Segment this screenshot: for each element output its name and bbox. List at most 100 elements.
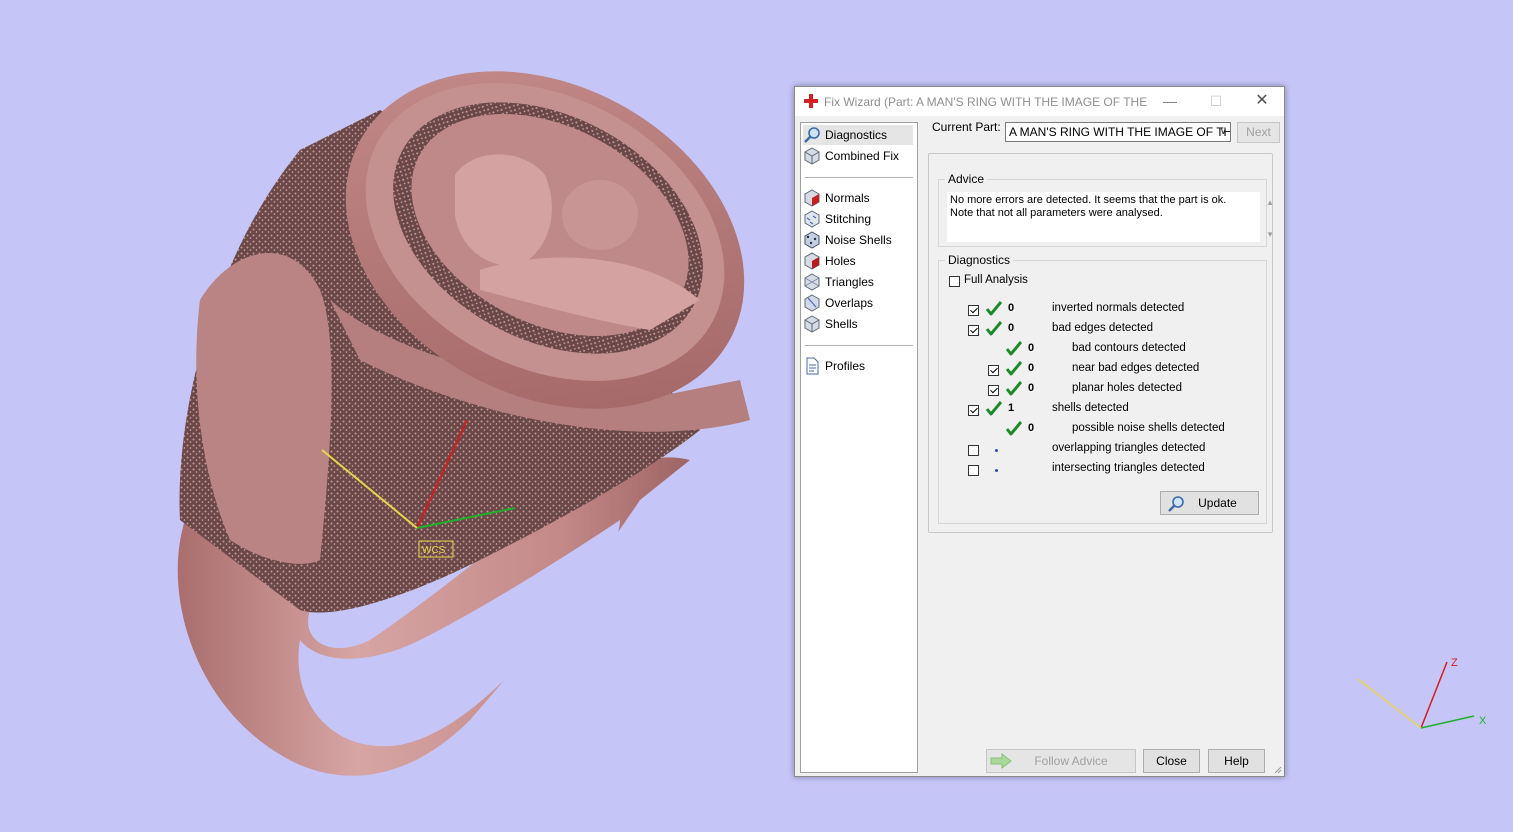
diagnostic-row: intersecting triangles detected	[939, 462, 1259, 485]
diagnostic-count: 1	[1008, 402, 1015, 414]
next-button[interactable]: Next	[1237, 122, 1280, 143]
diagnostic-count: 0	[1008, 322, 1015, 334]
minimize-button[interactable]: —	[1147, 87, 1193, 116]
nav-item-label: Stitching	[825, 212, 872, 226]
current-part-value: A MAN'S RING WITH THE IMAGE OF TH	[1009, 125, 1231, 139]
nav-item-label: Combined Fix	[825, 149, 900, 163]
diagnostic-count: 0	[1028, 342, 1035, 354]
full-analysis-checkbox[interactable]	[949, 276, 960, 287]
diagnostics-title: Diagnostics	[945, 253, 1014, 267]
diagnostic-checkbox[interactable]	[968, 405, 979, 416]
wcs-label: WCS	[422, 545, 446, 556]
nav-item-label: Triangles	[825, 275, 874, 289]
nav-item-combined-fix[interactable]: Combined Fix	[803, 146, 913, 166]
green-check-icon	[986, 301, 1002, 316]
diagnostic-count: 0	[1028, 422, 1035, 434]
green-check-icon	[986, 321, 1002, 336]
shells-cube-icon	[804, 315, 820, 333]
3d-viewport[interactable]: WCS Z X	[0, 0, 1513, 829]
diagnostic-label: bad contours detected	[1072, 342, 1186, 354]
advice-line-1: No more errors are detected. It seems th…	[950, 194, 1227, 206]
diagnostic-checkbox[interactable]	[968, 445, 979, 456]
green-check-icon	[986, 401, 1002, 416]
advice-line-2: Note that not all parameters were analys…	[950, 207, 1163, 219]
diagnostic-label: near bad edges detected	[1072, 362, 1200, 374]
arrow-right-icon	[990, 753, 1012, 769]
axis-z-label: Z	[1451, 657, 1458, 669]
normals-cube-icon	[804, 189, 820, 207]
nav-item-label: Overlaps	[825, 296, 874, 310]
chevron-down-icon: ∨	[1219, 126, 1227, 137]
green-check-icon	[1006, 381, 1022, 396]
nav-item-triangles[interactable]: Triangles	[803, 272, 913, 292]
diagnostic-count: 0	[1028, 382, 1035, 394]
update-button[interactable]: Update	[1160, 491, 1259, 515]
close-button[interactable]: Close	[1143, 749, 1200, 773]
advice-group: Advice No more errors are detected. It s…	[938, 172, 1274, 247]
red-cross-icon	[804, 94, 818, 108]
diagnostics-group: Diagnostics Full Analysis 0 inverted norm…	[938, 253, 1267, 524]
diagnostic-count: 0	[1008, 302, 1015, 314]
diagnostic-checkbox[interactable]	[968, 325, 979, 336]
magnifier-icon	[804, 127, 820, 143]
nav-item-label: Profiles	[825, 359, 866, 373]
nav-separator	[805, 345, 913, 346]
scroll-down-icon[interactable]: ▼	[1266, 228, 1274, 241]
diagnostic-checkbox[interactable]	[968, 305, 979, 316]
fix-wizard-dialog: Fix Wizard (Part: A MAN'S RING WITH THE …	[794, 86, 1285, 777]
diagnostic-checkbox[interactable]	[968, 465, 979, 476]
title-bar[interactable]: Fix Wizard (Part: A MAN'S RING WITH THE …	[795, 87, 1284, 116]
nav-item-stitching[interactable]: Stitching	[803, 209, 913, 229]
stitching-cube-icon	[804, 210, 820, 228]
close-window-button[interactable]: ✕	[1239, 87, 1285, 116]
nav-item-label: Noise Shells	[825, 233, 892, 247]
nav-item-shells[interactable]: Shells	[803, 314, 913, 334]
nav-item-label: Diagnostics	[825, 128, 888, 142]
nav-item-label: Normals	[825, 191, 870, 205]
green-check-icon	[1006, 361, 1022, 376]
diagnostic-label: intersecting triangles detected	[1052, 462, 1205, 474]
diagnostic-label: possible noise shells detected	[1072, 422, 1225, 434]
nav-item-profiles[interactable]: Profiles	[803, 356, 913, 376]
fix-nav-panel: Diagnostics Combined Fix Normals Stitchi…	[800, 122, 918, 773]
magnifier-icon	[1168, 496, 1184, 512]
holes-cube-icon	[804, 252, 820, 270]
diagnostic-label: inverted normals detected	[1052, 302, 1185, 314]
help-button[interactable]: Help	[1208, 749, 1265, 773]
follow-advice-button[interactable]: Follow Advice	[986, 749, 1136, 773]
diagnostics-panel: Advice No more errors are detected. It s…	[928, 153, 1274, 533]
nav-item-diagnostics[interactable]: Diagnostics	[803, 125, 913, 145]
maximize-button[interactable]: ☐	[1193, 87, 1239, 116]
document-icon	[806, 357, 819, 375]
nav-item-label: Holes	[825, 254, 856, 268]
current-part-select[interactable]: A MAN'S RING WITH THE IMAGE OF TH ∨	[1005, 122, 1231, 142]
nav-item-normals[interactable]: Normals	[803, 188, 913, 208]
resize-grip-icon[interactable]	[1272, 764, 1282, 774]
diagnostic-checkbox[interactable]	[988, 365, 999, 376]
green-check-icon	[1006, 341, 1022, 356]
nav-item-label: Shells	[825, 317, 858, 331]
full-analysis-label: Full Analysis	[964, 274, 1028, 286]
diagnostic-label: shells detected	[1052, 402, 1129, 414]
green-check-icon	[1006, 421, 1022, 436]
diagnostic-label: overlapping triangles detected	[1052, 442, 1206, 454]
follow-advice-label: Follow Advice	[1034, 754, 1108, 768]
nav-item-overlaps[interactable]: Overlaps	[803, 293, 913, 313]
diagnostic-label: bad edges detected	[1052, 322, 1154, 334]
nav-item-noise-shells[interactable]: Noise Shells	[803, 230, 913, 250]
diagnostic-count: 0	[1028, 362, 1035, 374]
axis-x-label: X	[1479, 715, 1487, 727]
update-label: Update	[1198, 496, 1237, 510]
advice-title: Advice	[945, 172, 988, 186]
not-run-dot-icon	[995, 469, 998, 472]
dialog-title: Fix Wizard (Part: A MAN'S RING WITH THE …	[824, 95, 1149, 109]
current-part-label: Current Part:	[932, 120, 1001, 134]
nav-separator	[805, 177, 913, 178]
diagnostic-checkbox[interactable]	[988, 385, 999, 396]
noise-shells-icon	[804, 231, 820, 249]
nav-item-holes[interactable]: Holes	[803, 251, 913, 271]
overlaps-cube-icon	[804, 294, 820, 312]
scroll-up-icon[interactable]: ▲	[1266, 196, 1274, 209]
diagnostic-label: planar holes detected	[1072, 382, 1182, 394]
advice-text-box: No more errors are detected. It seems th…	[947, 192, 1274, 242]
